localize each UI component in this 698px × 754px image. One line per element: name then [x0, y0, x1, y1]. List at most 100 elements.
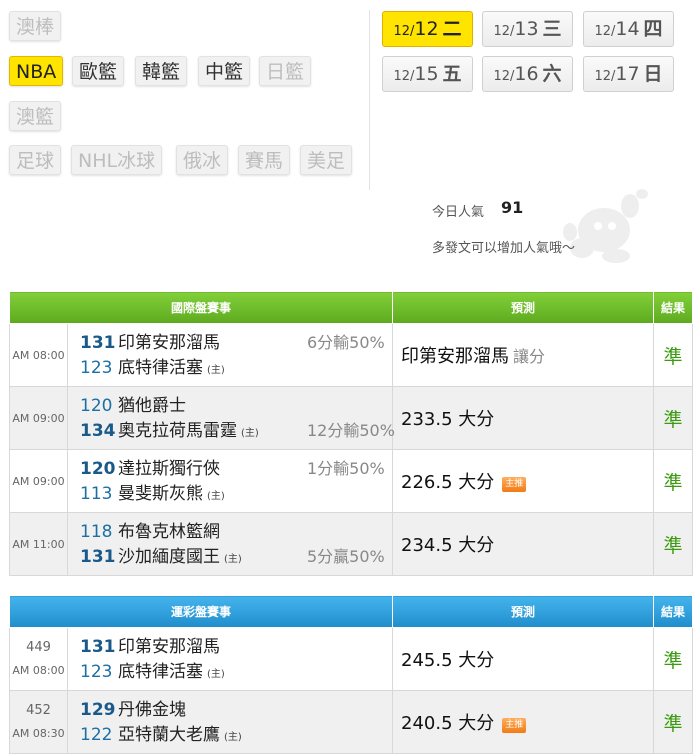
table-row[interactable]: 449 AM 08:00 131 印第安那溜馬 123 底特律活塞 (主) 245.5… — [9, 627, 694, 691]
team-name[interactable]: 丹佛金塊 — [118, 700, 186, 720]
team-name[interactable]: 印第安那溜馬 — [118, 637, 220, 657]
header-prediction: 預測 — [392, 595, 655, 628]
teams-cell: 131 印第安那溜馬 6分輸50% 123 底特律活塞 (主) — [66, 323, 394, 387]
game-time: AM 08:00 — [9, 323, 68, 387]
result-cell: 準 — [653, 386, 694, 450]
sport-tag-horse-racing[interactable]: 賽馬 — [238, 145, 291, 175]
game-time-text: AM 11:00 — [12, 537, 65, 551]
team-number: 113 — [80, 484, 113, 504]
prediction-text: 226.5 大分 — [401, 472, 495, 493]
date-weekday: 六 — [542, 63, 562, 85]
date-day: 15 — [414, 63, 439, 85]
team-number: 129 — [80, 700, 116, 720]
prediction-text: 233.5 大分 — [401, 409, 495, 430]
team-number: 131 — [80, 333, 116, 353]
sport-tag-au-basketball[interactable]: 澳籃 — [9, 101, 62, 131]
teams-cell: 118 布魯克林籃網 131 沙加緬度國王 (主) 5分贏50% — [66, 512, 394, 576]
team-name[interactable]: 印第安那溜馬 — [118, 333, 220, 353]
date-tab-12-17[interactable]: 12/17 日 — [583, 56, 674, 92]
sport-tag-china-basketball[interactable]: 中籃 — [198, 56, 251, 86]
team-number: 123 — [80, 358, 113, 378]
date-weekday: 三 — [542, 18, 562, 40]
home-marker: (主) — [207, 365, 225, 376]
date-month: 12/ — [493, 69, 515, 84]
teams-cell: 120 猶他爵士 134 奧克拉荷馬雷霆 (主) 12分輸50% — [66, 386, 395, 450]
table-row[interactable]: AM 09:00 120 達拉斯獨行俠 1分輸50% 113 曼斐斯灰熊 (主) 226… — [9, 449, 694, 513]
team-name[interactable]: 奧克拉荷馬雷霆 — [118, 421, 237, 441]
home-marker: (主) — [224, 554, 242, 565]
date-weekday: 二 — [442, 18, 462, 40]
team-name[interactable]: 底特律活塞 — [118, 358, 203, 378]
result-text: 準 — [663, 345, 683, 368]
prediction-cell: 245.5 大分 — [392, 627, 655, 691]
table-row[interactable]: 452 AM 08:30 129 丹佛金塊 122 亞特蘭大老鷹 (主) 240.5 … — [9, 690, 694, 754]
date-tab-12-13[interactable]: 12/13 三 — [482, 11, 573, 47]
table-header: 運彩盤賽事 預測 結果 — [8, 595, 694, 628]
prediction-type: 讓分 — [513, 347, 546, 366]
table-row[interactable]: AM 08:00 131 印第安那溜馬 6分輸50% 123 底特律活塞 (主) 印第安… — [9, 323, 694, 387]
recommended-badge: 主推 — [502, 477, 527, 492]
team-name[interactable]: 亞特蘭大老鷹 — [118, 725, 220, 745]
lottery-games-table: 運彩盤賽事 預測 結果 449 AM 08:00 131 印第安那溜馬 123 底特… — [8, 595, 694, 754]
game-code: 449 — [26, 640, 51, 655]
table-row[interactable]: AM 11:00 118 布魯克林籃網 131 沙加緬度國王 (主) 5分贏50% 23… — [9, 512, 694, 576]
team-name[interactable]: 底特律活塞 — [118, 662, 203, 682]
sport-tag-japan-basketball[interactable]: 日籃 — [259, 56, 312, 86]
table-row[interactable]: AM 09:00 120 猶他爵士 134 奧克拉荷馬雷霆 (主) 12分輸50% 23… — [9, 386, 694, 450]
prediction-cell: 226.5 大分 主推 — [392, 449, 655, 513]
teams-cell: 120 達拉斯獨行俠 1分輸50% 113 曼斐斯灰熊 (主) — [66, 449, 394, 513]
vertical-divider — [369, 10, 370, 190]
sport-tag-soccer[interactable]: 足球 — [9, 145, 62, 175]
prediction-text: 245.5 大分 — [401, 650, 495, 671]
prediction-text: 234.5 大分 — [401, 535, 495, 556]
header-games: 國際盤賽事 — [8, 291, 394, 324]
result-text: 準 — [663, 408, 683, 431]
result-text: 準 — [663, 649, 683, 672]
team-number: 131 — [80, 637, 116, 657]
home-marker: (主) — [207, 491, 225, 502]
date-month: 12/ — [393, 24, 415, 39]
team-name[interactable]: 曼斐斯灰熊 — [118, 484, 203, 504]
team-number: 123 — [80, 662, 113, 682]
date-tab-12-16[interactable]: 12/16 六 — [482, 56, 573, 92]
team-name[interactable]: 布魯克林籃網 — [118, 522, 220, 542]
sport-tag-au-baseball[interactable]: 澳棒 — [9, 11, 62, 41]
international-games-table: 國際盤賽事 預測 結果 AM 08:00 131 印第安那溜馬 6分輸50% 123… — [8, 291, 694, 576]
home-marker: (主) — [207, 669, 225, 680]
game-time: 452 AM 08:30 — [9, 690, 68, 754]
sport-tag-american-football[interactable]: 美足 — [300, 145, 353, 175]
team-name[interactable]: 猶他爵士 — [118, 396, 186, 416]
popularity-hint: 多發文可以增加人氣哦～ — [432, 241, 576, 256]
game-time-text: AM 09:00 — [12, 411, 65, 425]
recommended-badge: 主推 — [502, 718, 527, 733]
sport-tag-russia-hockey[interactable]: 俄冰 — [176, 145, 229, 175]
prediction-cell: 234.5 大分 — [392, 512, 655, 576]
date-day: 17 — [615, 63, 640, 85]
team-name[interactable]: 達拉斯獨行俠 — [118, 459, 220, 479]
date-tab-12-14[interactable]: 12/14 四 — [583, 11, 674, 47]
sport-tag-korea-basketball[interactable]: 韓籃 — [135, 56, 188, 86]
result-cell: 準 — [653, 512, 694, 576]
teams-cell: 131 印第安那溜馬 123 底特律活塞 (主) — [66, 627, 394, 691]
header-result: 結果 — [653, 291, 694, 324]
team-number: 134 — [80, 421, 116, 441]
result-text: 準 — [663, 534, 683, 557]
date-day: 14 — [615, 18, 640, 40]
date-tab-12-12[interactable]: 12/12 二 — [382, 11, 473, 47]
result-cell: 準 — [653, 449, 694, 513]
team-name[interactable]: 沙加緬度國王 — [118, 547, 220, 567]
sport-tag-euro-basketball[interactable]: 歐籃 — [72, 56, 125, 86]
team-number: 122 — [80, 725, 113, 745]
header-result: 結果 — [653, 595, 694, 628]
sport-tag-nba[interactable]: NBA — [9, 56, 64, 86]
table-header: 國際盤賽事 預測 結果 — [8, 291, 694, 324]
popularity-value: 91 — [501, 198, 524, 217]
date-day: 16 — [514, 63, 539, 85]
home-marker: (主) — [224, 732, 242, 743]
date-tab-12-15[interactable]: 12/15 五 — [382, 56, 473, 92]
result-cell: 準 — [653, 627, 694, 691]
home-marker: (主) — [241, 428, 259, 439]
date-month: 12/ — [594, 69, 616, 84]
sport-tag-nhl[interactable]: NHL冰球 — [71, 145, 163, 175]
game-time: AM 09:00 — [9, 449, 68, 513]
